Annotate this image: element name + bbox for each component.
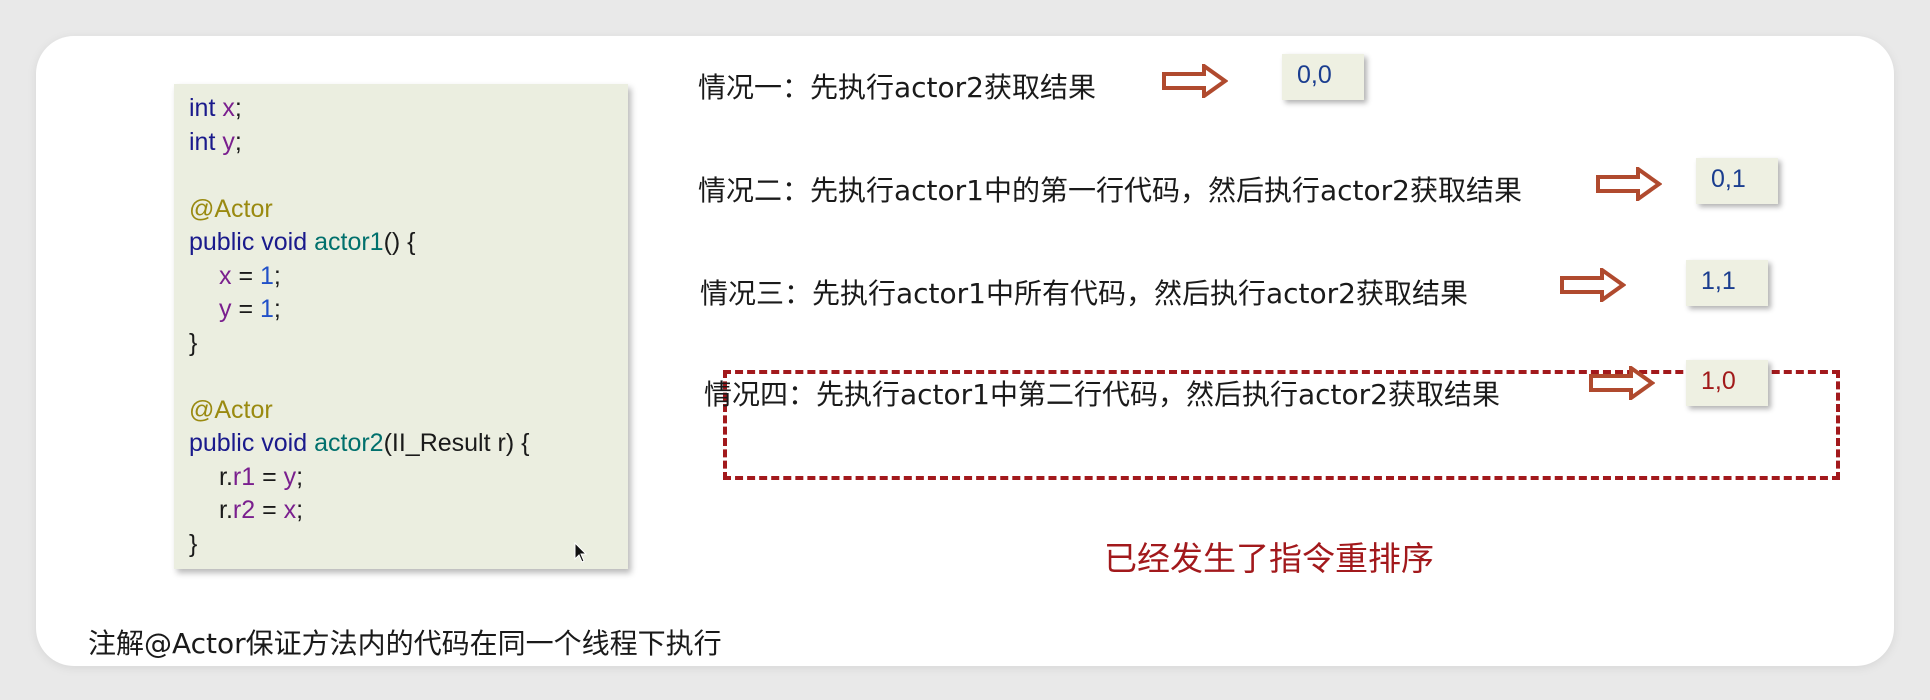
code-line-actor1-signature: public void actor1() {: [174, 226, 628, 260]
arrow-right-icon: [1589, 366, 1655, 400]
footnote: 注解@Actor保证方法内的代码在同一个线程下执行: [88, 627, 722, 660]
code-operator: =: [231, 295, 260, 323]
case-2-result: 0,1: [1696, 158, 1778, 204]
code-punct: ;: [273, 295, 281, 323]
code-line-close-brace: }: [174, 327, 628, 361]
code-number: 1: [260, 261, 274, 290]
code-method-name: actor2: [314, 429, 384, 457]
code-punct: ;: [296, 496, 304, 524]
mouse-cursor-icon: [574, 542, 588, 563]
case-1-result: 0,0: [1282, 54, 1364, 100]
case-4-result: 1,0: [1686, 360, 1768, 406]
case-3-result: 1,1: [1686, 260, 1768, 306]
code-line-int-x: int x;: [174, 92, 628, 126]
code-annotation: @Actor: [189, 395, 273, 424]
arrow-right-icon: [1596, 167, 1662, 201]
case-3-label: 情况三：先执行actor1中所有代码，然后执行actor2获取结果: [700, 277, 1468, 310]
code-operator: =: [255, 496, 284, 524]
code-line-assign-x: x = 1;: [174, 260, 628, 294]
code-params: (II_Result r) {: [383, 429, 530, 457]
code-keyword: int: [189, 127, 216, 156]
code-number: 1: [260, 295, 274, 323]
code-punct: ;: [234, 94, 242, 122]
code-punct: () {: [383, 228, 416, 256]
code-object: r.: [219, 496, 233, 524]
code-variable: y: [222, 127, 235, 156]
code-operator: =: [231, 261, 260, 290]
code-line-annotation: @Actor: [174, 394, 628, 428]
code-method-name: actor1: [314, 228, 384, 256]
code-field: r2: [232, 496, 256, 524]
code-line-actor2-signature: public void actor2(II_Result r) {: [174, 427, 628, 461]
code-variable: x: [219, 261, 232, 290]
code-line-annotation: @Actor: [174, 193, 628, 227]
code-variable: x: [222, 94, 235, 122]
code-variable: y: [219, 295, 232, 323]
code-punct: ;: [234, 127, 242, 156]
code-keyword: public void: [189, 228, 308, 256]
code-line-assign-y: y = 1;: [174, 293, 628, 327]
case-4-label: 情况四：先执行actor1中第二行代码，然后执行actor2获取结果: [704, 378, 1500, 411]
code-keyword: public void: [189, 429, 308, 457]
code-field: r1: [232, 462, 256, 491]
code-variable: x: [283, 496, 297, 524]
case-1-label: 情况一：先执行actor2获取结果: [698, 71, 1096, 104]
code-variable: y: [283, 462, 297, 491]
code-keyword: int: [189, 94, 216, 122]
code-line-close-brace: }: [174, 528, 628, 562]
code-punct: ;: [296, 462, 304, 491]
code-panel: int x; int y; @Actor public void actor1(…: [174, 84, 628, 569]
code-annotation: @Actor: [189, 194, 273, 223]
code-brace: }: [189, 328, 198, 357]
case-2-label: 情况二：先执行actor1中的第一行代码，然后执行actor2获取结果: [698, 174, 1522, 207]
code-line-assign-r1: r.r1 = y;: [174, 461, 628, 495]
code-brace: }: [189, 529, 198, 558]
code-line-int-y: int y;: [174, 126, 628, 160]
reorder-note: 已经发生了指令重排序: [1104, 539, 1434, 578]
code-line-assign-r2: r.r2 = x;: [174, 494, 628, 528]
arrow-right-icon: [1560, 268, 1626, 302]
slide-card: int x; int y; @Actor public void actor1(…: [36, 36, 1894, 666]
code-punct: ;: [273, 261, 281, 290]
code-operator: =: [255, 462, 284, 491]
code-object: r.: [219, 462, 233, 491]
arrow-right-icon: [1162, 64, 1228, 98]
